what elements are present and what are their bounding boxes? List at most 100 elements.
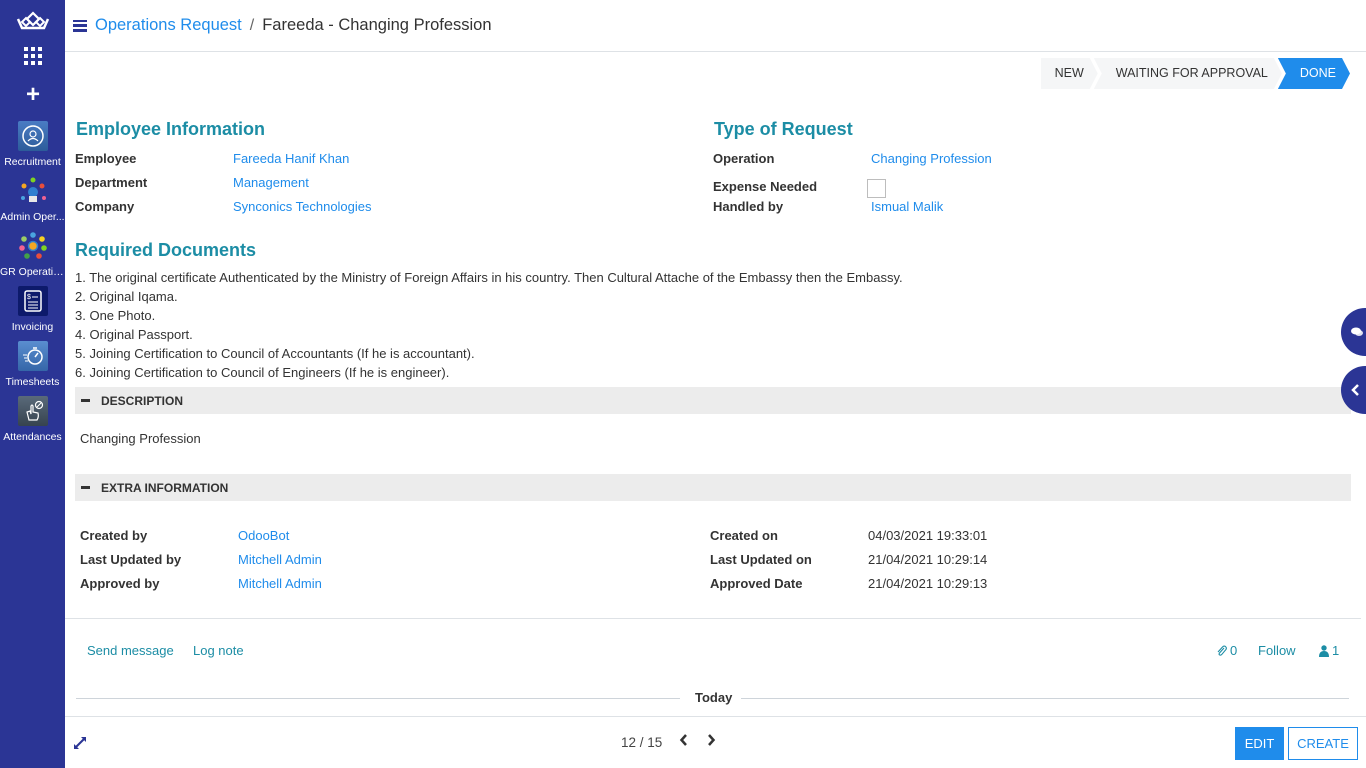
sidebar-app-label: Timesheets — [5, 376, 60, 388]
timesheets-icon — [17, 341, 48, 371]
follow-button[interactable]: Follow — [1258, 643, 1296, 658]
recruitment-icon — [17, 121, 48, 151]
chatter-divider — [65, 618, 1361, 619]
description-group-toggle[interactable]: DESCRIPTION — [75, 387, 1351, 414]
hamburger-menu-icon[interactable] — [73, 19, 87, 32]
breadcrumb-current: Fareeda - Changing Profession — [262, 16, 492, 34]
pager-next-button[interactable] — [706, 733, 716, 752]
collapse-minus-icon — [81, 399, 90, 402]
chevron-right-icon — [708, 734, 716, 746]
expand-icon[interactable] — [73, 736, 87, 750]
approved-date-value: 21/04/2021 10:29:13 — [868, 576, 988, 591]
field-label: Created on — [710, 528, 778, 543]
paperclip-icon — [1217, 645, 1227, 656]
approved-by-link[interactable]: Mitchell Admin — [238, 576, 322, 591]
log-note-button[interactable]: Log note — [193, 643, 244, 658]
sidebar-app-gr-operations[interactable]: GR Operatio... — [0, 231, 65, 278]
field-last-updated-on: Last Updated on 21/04/2021 10:29:14 — [710, 552, 987, 567]
followers-count: 1 — [1332, 643, 1340, 658]
handled-by-link[interactable]: Ismual Malik — [871, 199, 943, 214]
attendances-icon — [17, 396, 48, 426]
apps-grid-icon[interactable] — [24, 47, 42, 65]
document-item: 2. Original Iqama. — [75, 289, 178, 304]
attachments-button[interactable]: 0 — [1216, 643, 1237, 658]
invoicing-icon: $ — [17, 286, 48, 316]
expense-needed-checkbox[interactable] — [867, 179, 886, 198]
today-label: Today — [695, 690, 733, 705]
extra-information-header: EXTRA INFORMATION — [101, 480, 229, 495]
pager-value[interactable]: 12 / 15 — [621, 735, 662, 750]
field-label: Last Updated by — [80, 552, 182, 567]
field-label: Department — [75, 175, 148, 190]
today-divider-left — [76, 698, 680, 699]
field-label: Created by — [80, 528, 148, 543]
admin-operations-icon — [18, 176, 48, 206]
status-bar: NEW WAITING FOR APPROVAL DONE — [1041, 58, 1350, 89]
last-updated-on-value: 21/04/2021 10:29:14 — [868, 552, 988, 567]
chevron-left-icon — [679, 734, 687, 746]
field-label: Expense Needed — [713, 179, 818, 194]
collapse-minus-icon — [81, 486, 90, 489]
document-item: 1. The original certificate Authenticate… — [75, 270, 903, 285]
chat-bubble-icon — [1351, 327, 1363, 336]
field-label: Employee — [75, 151, 137, 166]
field-company: Company Synconics Technologies — [75, 199, 372, 214]
sidebar-app-label: Admin Oper... — [0, 211, 65, 223]
breadcrumb-separator: / — [249, 16, 255, 34]
sidebar-app-label: GR Operatio... — [0, 266, 65, 278]
sidebar-app-timesheets[interactable]: Timesheets — [0, 341, 65, 388]
stage-waiting-for-approval[interactable]: WAITING FOR APPROVAL — [1094, 58, 1282, 89]
followers-button[interactable]: 1 — [1319, 643, 1339, 658]
sidebar-app-admin-operations[interactable]: Admin Oper... — [0, 176, 65, 223]
chat-toggle-button[interactable] — [1341, 308, 1366, 356]
type-of-request-title: Type of Request — [714, 119, 853, 139]
chevron-left-icon — [1351, 384, 1359, 396]
sidebar-app-label: Invoicing — [11, 321, 54, 333]
field-handled-by: Handled by Ismual Malik — [713, 199, 943, 214]
create-button[interactable]: CREATE — [1288, 727, 1358, 760]
stage-done[interactable]: DONE — [1278, 58, 1350, 89]
field-label: Approved Date — [710, 576, 803, 591]
description-header: DESCRIPTION — [101, 393, 184, 408]
breadcrumb-parent-link[interactable]: Operations Request — [95, 16, 242, 35]
stage-new[interactable]: NEW — [1041, 58, 1098, 89]
svg-text:$: $ — [27, 294, 31, 301]
document-item: 4. Original Passport. — [75, 327, 193, 342]
user-icon — [1319, 644, 1329, 657]
field-created-on: Created on 04/03/2021 19:33:01 — [710, 528, 987, 543]
field-label: Last Updated on — [710, 552, 812, 567]
sidebar-app-recruitment[interactable]: Recruitment — [0, 121, 65, 168]
field-department: Department Management — [75, 175, 309, 190]
created-on-value: 04/03/2021 19:33:01 — [868, 528, 988, 543]
created-by-link[interactable]: OdooBot — [238, 528, 289, 543]
company-link[interactable]: Synconics Technologies — [233, 199, 372, 214]
send-message-button[interactable]: Send message — [87, 643, 174, 658]
extra-information-group-toggle[interactable]: EXTRA INFORMATION — [75, 474, 1351, 501]
sidebar-app-attendances[interactable]: Attendances — [0, 396, 65, 443]
last-updated-by-link[interactable]: Mitchell Admin — [238, 552, 322, 567]
bottom-bar: 12 / 15 EDIT CREATE — [65, 716, 1366, 768]
employee-information-title: Employee Information — [76, 119, 266, 139]
pager-previous-button[interactable] — [679, 733, 689, 752]
field-label: Approved by — [80, 576, 160, 591]
plus-icon[interactable]: + — [23, 83, 43, 107]
today-divider-right — [741, 698, 1349, 699]
field-created-by: Created by OdooBot — [80, 528, 289, 543]
field-label: Operation — [713, 151, 775, 166]
sidebar-app-invoicing[interactable]: $ Invoicing — [0, 286, 65, 333]
edit-button[interactable]: EDIT — [1235, 727, 1284, 760]
field-operation: Operation Changing Profession — [713, 151, 992, 166]
document-item: 3. One Photo. — [75, 308, 156, 323]
employee-link[interactable]: Fareeda Hanif Khan — [233, 151, 349, 166]
required-documents-list: 1. The original certificate Authenticate… — [75, 268, 903, 382]
department-link[interactable]: Management — [233, 175, 309, 190]
sidebar-app-label: Recruitment — [4, 156, 61, 168]
field-expense-needed: Expense Needed — [713, 175, 886, 198]
field-approved-date: Approved Date 21/04/2021 10:29:13 — [710, 576, 987, 591]
field-label: Handled by — [713, 199, 784, 214]
sidebar-app-label: Attendances — [3, 431, 62, 443]
document-item: 5. Joining Certification to Council of A… — [75, 346, 475, 361]
crown-logo-icon[interactable] — [16, 10, 50, 34]
field-employee: Employee Fareeda Hanif Khan — [75, 151, 349, 166]
operation-link[interactable]: Changing Profession — [871, 151, 992, 166]
